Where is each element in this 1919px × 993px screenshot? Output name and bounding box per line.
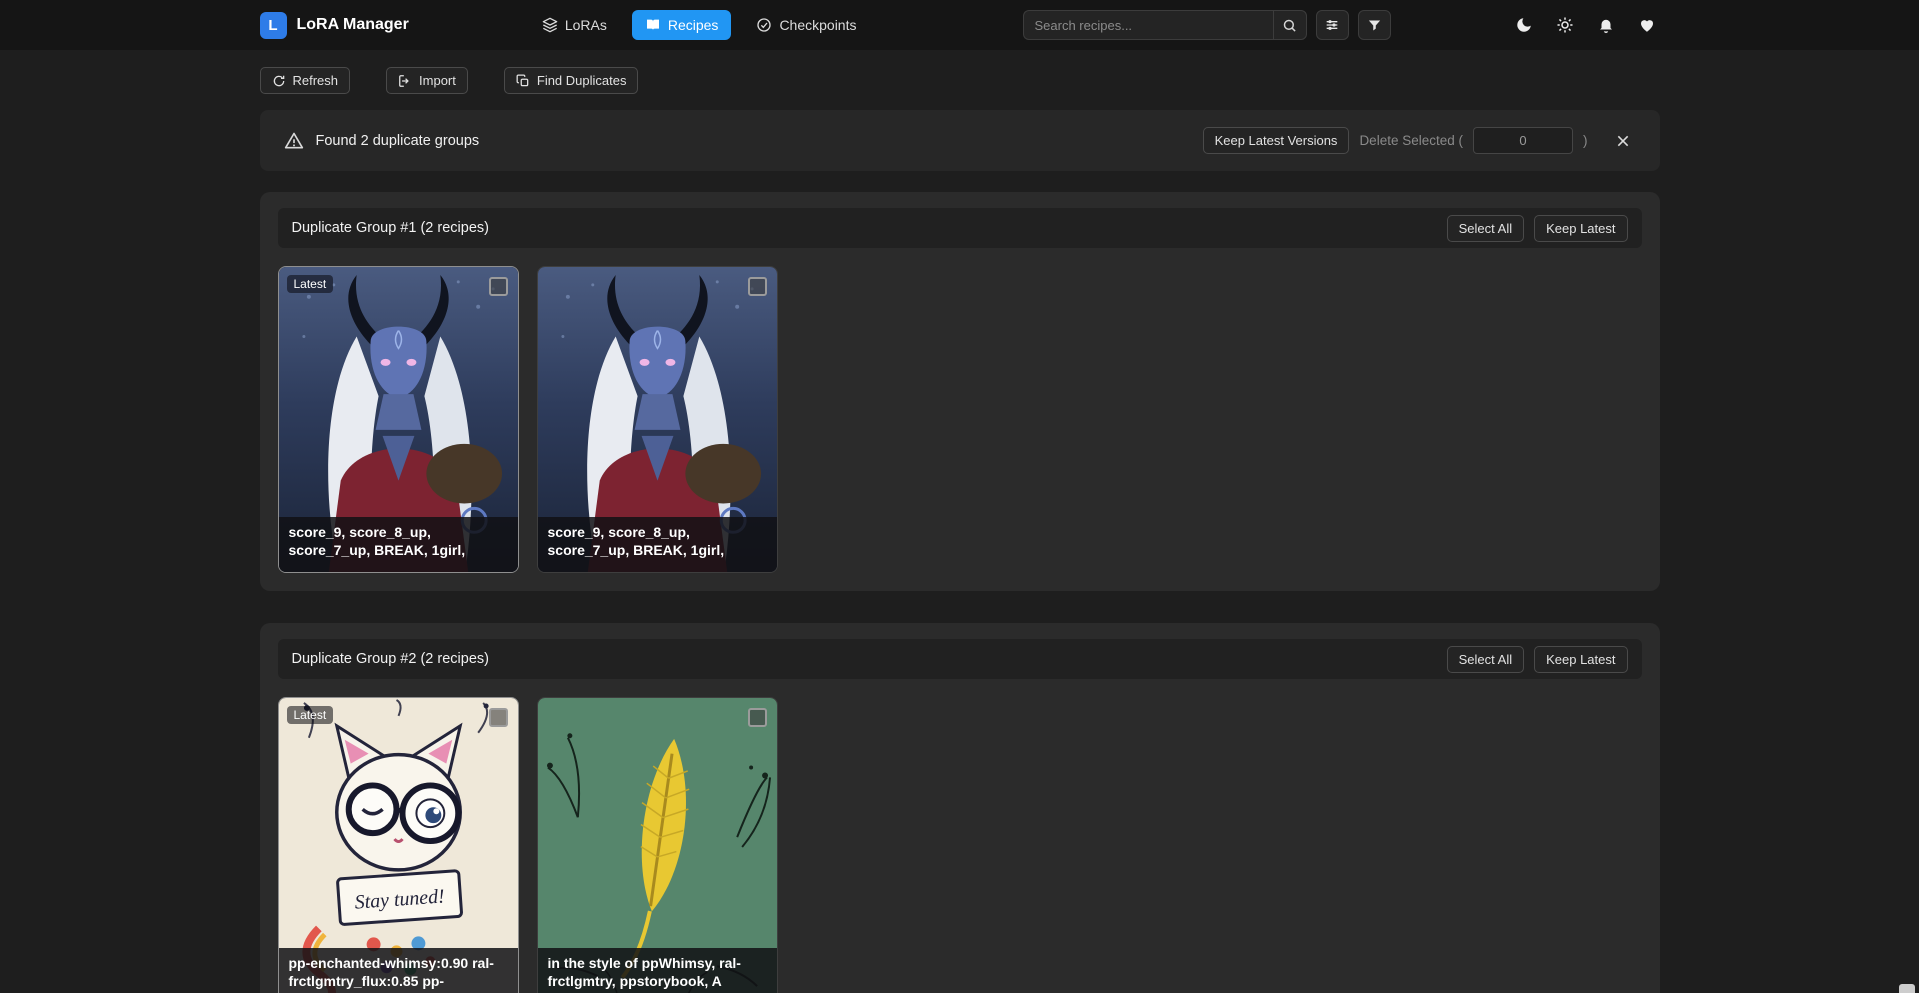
keep-latest-button[interactable]: Keep Latest: [1534, 646, 1627, 673]
recipe-card[interactable]: Latest score_9, score_8_up, score_7_up, …: [278, 266, 519, 573]
group-title: Duplicate Group #1 (2 recipes): [292, 220, 489, 236]
main-nav: LoRAs Recipes Checkpoints: [529, 10, 870, 40]
card-checkbox[interactable]: [748, 708, 767, 727]
alert-left: Found 2 duplicate groups: [284, 131, 480, 151]
select-all-button[interactable]: Select All: [1447, 646, 1524, 673]
group-header: Duplicate Group #1 (2 recipes) Select Al…: [278, 208, 1642, 248]
card-grid: Latest score_9, score_8_up, score_7_up, …: [278, 266, 1642, 573]
import-icon: [398, 74, 412, 88]
alert-message: Found 2 duplicate groups: [316, 133, 480, 149]
delete-count-input[interactable]: [1473, 127, 1573, 154]
warning-icon: [284, 131, 304, 151]
settings-button[interactable]: [1552, 12, 1578, 38]
group-header: Duplicate Group #2 (2 recipes) Select Al…: [278, 639, 1642, 679]
search-button[interactable]: [1273, 10, 1307, 40]
latest-badge: Latest: [287, 706, 334, 724]
app-title: LoRA Manager: [297, 16, 409, 34]
find-duplicates-button[interactable]: Find Duplicates: [504, 67, 639, 94]
tab-label: Recipes: [668, 17, 719, 33]
moon-icon: [1515, 16, 1533, 34]
bell-icon: [1597, 16, 1615, 34]
filter-button[interactable]: [1358, 10, 1391, 40]
duplicate-group-1: Duplicate Group #1 (2 recipes) Select Al…: [260, 192, 1660, 591]
navbar: L LoRA Manager LoRAs Recipes Checkpoi: [0, 0, 1919, 50]
close-alert-button[interactable]: [1610, 128, 1636, 154]
find-duplicates-label: Find Duplicates: [537, 73, 627, 88]
group-actions: Select All Keep Latest: [1447, 215, 1628, 242]
recipe-card[interactable]: score_9, score_8_up, score_7_up, BREAK, …: [537, 266, 778, 573]
delete-selected-label: Delete Selected (: [1359, 133, 1463, 148]
tab-label: Checkpoints: [779, 17, 856, 33]
heart-icon: [1638, 16, 1656, 34]
latest-badge: Latest: [287, 275, 334, 293]
recipe-card[interactable]: Stay tuned! Latest pp-enchanted-whimsy:0…: [278, 697, 519, 993]
tab-label: LoRAs: [565, 17, 607, 33]
keep-latest-versions-button[interactable]: Keep Latest Versions: [1203, 127, 1350, 154]
app-logo-icon: L: [260, 12, 287, 39]
refresh-label: Refresh: [293, 73, 339, 88]
navbar-right-icons: [1511, 12, 1660, 38]
layers-icon: [542, 17, 558, 33]
refresh-button[interactable]: Refresh: [260, 67, 351, 94]
duplicate-group-2: Duplicate Group #2 (2 recipes) Select Al…: [260, 623, 1660, 993]
recipe-caption: score_9, score_8_up, score_7_up, BREAK, …: [279, 517, 518, 572]
check-circle-icon: [756, 17, 772, 33]
funnel-icon: [1367, 18, 1382, 33]
recipe-caption: in the style of ppWhimsy, ral-frctlgmtry…: [538, 948, 777, 993]
keep-latest-button[interactable]: Keep Latest: [1534, 215, 1627, 242]
copy-icon: [516, 74, 530, 88]
card-grid: Stay tuned! Latest pp-enchanted-whimsy:0…: [278, 697, 1642, 993]
toolbar: Refresh Import Find Duplicates: [260, 67, 1660, 94]
card-checkbox[interactable]: [489, 277, 508, 296]
scrollbar-corner: [1899, 984, 1915, 993]
sliders-icon: [1324, 17, 1340, 33]
search-group: [1023, 10, 1391, 40]
tab-checkpoints[interactable]: Checkpoints: [743, 10, 869, 40]
notifications-button[interactable]: [1593, 12, 1619, 38]
main-content: Refresh Import Find Duplicates Found 2 d…: [260, 67, 1660, 993]
app-brand[interactable]: L LoRA Manager: [260, 12, 409, 39]
recipe-caption: pp-enchanted-whimsy:0.90 ral-frctlgmtry_…: [279, 948, 518, 993]
select-all-button[interactable]: Select All: [1447, 215, 1524, 242]
delete-selected-label-close: ): [1583, 133, 1588, 148]
group-title: Duplicate Group #2 (2 recipes): [292, 651, 489, 667]
refresh-icon: [272, 74, 286, 88]
search-input[interactable]: [1023, 10, 1273, 40]
recipe-card[interactable]: in the style of ppWhimsy, ral-frctlgmtry…: [537, 697, 778, 993]
duplicates-alert: Found 2 duplicate groups Keep Latest Ver…: [260, 110, 1660, 171]
gear-icon: [1556, 16, 1574, 34]
close-icon: [1615, 133, 1631, 149]
alert-actions: Keep Latest Versions Delete Selected ( ): [1203, 127, 1636, 154]
recipe-caption: score_9, score_8_up, score_7_up, BREAK, …: [538, 517, 777, 572]
import-label: Import: [419, 73, 456, 88]
group-actions: Select All Keep Latest: [1447, 646, 1628, 673]
card-checkbox[interactable]: [489, 708, 508, 727]
tab-loras[interactable]: LoRAs: [529, 10, 620, 40]
import-button[interactable]: Import: [386, 67, 468, 94]
theme-toggle-button[interactable]: [1511, 12, 1537, 38]
card-checkbox[interactable]: [748, 277, 767, 296]
magnifier-icon: [1282, 18, 1297, 33]
book-icon: [645, 17, 661, 33]
navbar-inner: L LoRA Manager LoRAs Recipes Checkpoi: [260, 10, 1660, 40]
support-button[interactable]: [1634, 12, 1660, 38]
sort-options-button[interactable]: [1316, 10, 1349, 40]
tab-recipes[interactable]: Recipes: [632, 10, 732, 40]
